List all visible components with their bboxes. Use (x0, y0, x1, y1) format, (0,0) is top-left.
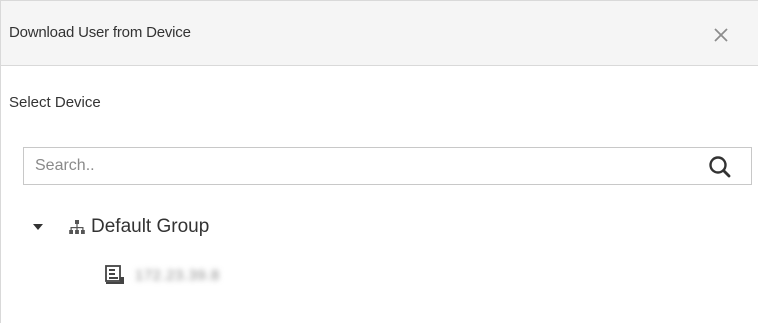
org-tree-icon (69, 220, 85, 234)
close-icon (714, 28, 728, 42)
download-user-dialog: Download User from Device Select Device (0, 0, 758, 323)
search-icon (709, 156, 731, 178)
device-name: 172.23.39.8 (135, 266, 220, 284)
select-device-label: Select Device (9, 94, 101, 111)
tree-group-default: Default Group (31, 214, 209, 240)
close-button[interactable] (706, 20, 736, 50)
device-icon (105, 265, 124, 284)
group-label[interactable]: Default Group (91, 216, 209, 238)
caret-down-icon[interactable] (31, 220, 45, 234)
dialog-title: Download User from Device (9, 24, 191, 41)
search-button[interactable] (707, 154, 733, 180)
tree-device-item[interactable]: 172.23.39.8 (104, 262, 220, 288)
search-input[interactable] (35, 148, 695, 184)
dialog-header: Download User from Device (1, 0, 758, 66)
search-field (23, 147, 752, 185)
